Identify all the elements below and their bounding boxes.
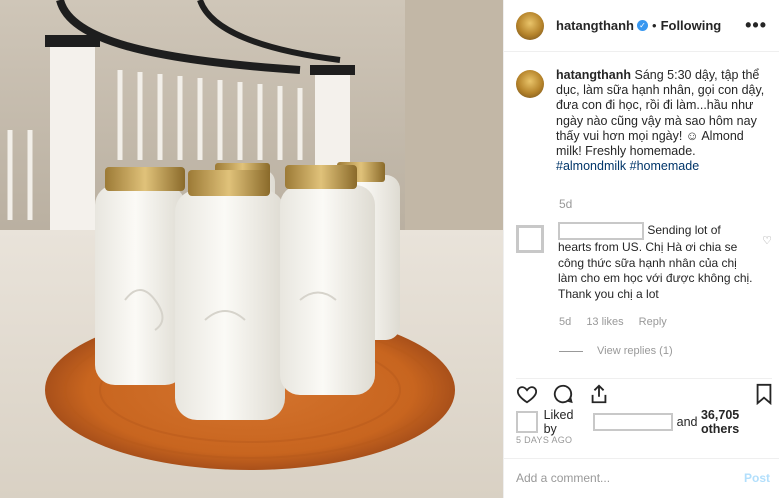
comment-heart-icon[interactable]: ♡ — [762, 234, 772, 247]
liked-and-label: and — [676, 415, 698, 429]
share-icon[interactable] — [588, 383, 610, 405]
comment-username-redacted[interactable] — [558, 222, 644, 240]
view-replies[interactable]: View replies (1) — [559, 345, 673, 357]
view-replies-line — [559, 350, 583, 352]
caption-username[interactable]: hatangthanh — [556, 68, 631, 82]
likes-count[interactable]: 36,705 others — [701, 408, 779, 436]
username[interactable]: hatangthanh — [556, 18, 634, 33]
action-bar — [516, 378, 772, 407]
caption: hatangthanh Sáng 5:30 dậy, tập thể dục, … — [516, 68, 766, 174]
caption-text: hatangthanh Sáng 5:30 dậy, tập thể dục, … — [556, 68, 765, 174]
comment-text: Sending lot of hearts from US. Chị Hà ơi… — [558, 222, 753, 301]
likes-line: Liked by and 36,705 others — [516, 408, 779, 436]
reply-button[interactable]: Reply — [639, 316, 667, 328]
view-replies-label[interactable]: View replies (1) — [597, 345, 673, 357]
post-photo — [0, 0, 503, 498]
add-comment-input[interactable]: Add a comment... — [516, 471, 610, 485]
liker-username-redacted[interactable] — [592, 413, 673, 431]
avatar[interactable] — [516, 11, 544, 40]
post-header: hatangthanh ✓ • Following ••• — [504, 0, 779, 52]
add-comment-bar: Add a comment... Post — [504, 458, 779, 498]
comment-icon[interactable] — [552, 383, 574, 405]
hashtag-homemade[interactable]: #homemade — [630, 159, 700, 173]
comment-likes[interactable]: 13 likes — [586, 316, 623, 328]
post-date: 5 DAYS AGO — [516, 435, 573, 445]
separator: • — [652, 18, 657, 33]
following-button[interactable]: Following — [661, 18, 722, 33]
bookmark-icon[interactable] — [754, 383, 774, 405]
heart-icon[interactable] — [516, 383, 538, 405]
caption-time: 5d — [559, 197, 573, 211]
hashtag-almondmilk[interactable]: #almondmilk — [556, 159, 626, 173]
post-sidebar: hatangthanh ✓ • Following ••• hatangthan… — [503, 0, 779, 498]
liked-by-label: Liked by — [543, 408, 574, 436]
verified-icon: ✓ — [637, 20, 648, 31]
post-button[interactable]: Post — [744, 471, 770, 485]
comment-avatar-redacted[interactable] — [516, 225, 544, 253]
comment-time: 5d — [559, 316, 572, 328]
more-icon[interactable]: ••• — [745, 15, 767, 36]
comment-meta: 5d 13 likes Reply — [559, 316, 679, 328]
liker-avatar-redacted[interactable] — [516, 411, 538, 433]
caption-avatar[interactable] — [516, 70, 544, 98]
